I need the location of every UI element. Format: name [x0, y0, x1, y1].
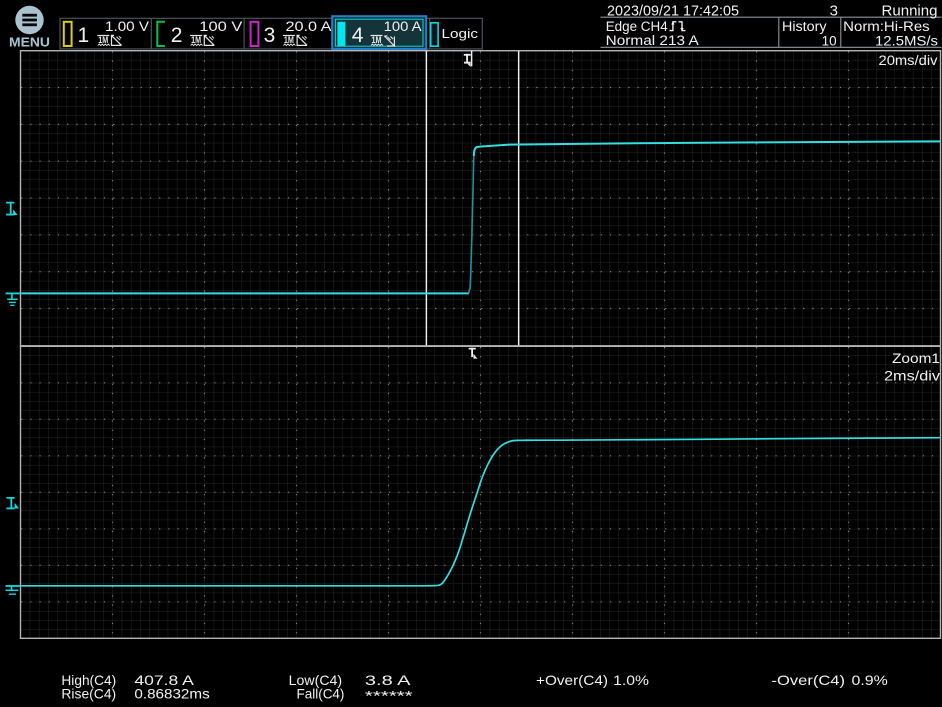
svg-text:Running: Running [882, 2, 938, 19]
svg-text:20ms/div: 20ms/div [879, 52, 938, 68]
svg-text:4: 4 [352, 24, 364, 47]
svg-text:12.5MS/s: 12.5MS/s [875, 34, 938, 49]
svg-text:Rise(C4): Rise(C4) [61, 685, 116, 701]
svg-text:3: 3 [830, 2, 838, 19]
svg-text:0.9%: 0.9% [852, 672, 888, 688]
svg-text:Fall(C4): Fall(C4) [297, 685, 345, 701]
svg-text:0.86832ms: 0.86832ms [134, 685, 209, 701]
svg-text:100 A: 100 A [384, 18, 423, 34]
svg-text:MENU: MENU [9, 36, 50, 50]
svg-text:3.8 A: 3.8 A [365, 672, 412, 688]
svg-text:2: 2 [171, 24, 183, 47]
svg-text:Norm:Hi-Res: Norm:Hi-Res [843, 19, 930, 34]
svg-text:2023/09/21 17:42:05: 2023/09/21 17:42:05 [607, 2, 739, 19]
svg-text:******: ****** [365, 687, 414, 703]
svg-text:1.00 V: 1.00 V [105, 18, 150, 34]
svg-text:3: 3 [264, 24, 276, 47]
svg-text:1: 1 [78, 24, 90, 47]
svg-text:Normal 213 A: Normal 213 A [606, 33, 699, 48]
svg-text:+Over(C4): +Over(C4) [536, 672, 608, 688]
svg-text:20.0 A: 20.0 A [286, 18, 333, 34]
svg-text:100 V: 100 V [199, 18, 243, 34]
svg-text:1.0%: 1.0% [613, 672, 649, 688]
svg-text:2ms/div: 2ms/div [884, 367, 940, 383]
svg-text:10: 10 [822, 34, 837, 49]
svg-text:-Over(C4): -Over(C4) [772, 672, 846, 688]
svg-text:Edge CH4: Edge CH4 [606, 19, 668, 34]
svg-text:History: History [782, 19, 827, 34]
svg-text:Logic: Logic [442, 27, 479, 41]
svg-text:Zoom1: Zoom1 [892, 350, 940, 366]
